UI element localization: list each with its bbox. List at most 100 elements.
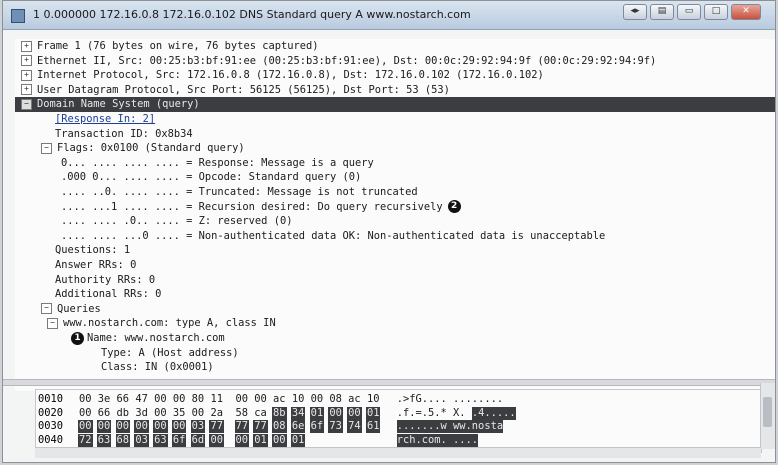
hex-byte[interactable]: 73	[328, 420, 343, 433]
tree-row[interactable]: + Internet Protocol, Src: 172.16.0.8 (172…	[15, 68, 775, 83]
hex-row[interactable]: 0020 00 66 db 3d 00 35 00 2a 58 ca 8b 34 01 00 00 01 .f.=…	[36, 406, 761, 420]
expand-icon[interactable]: +	[21, 69, 32, 81]
tree-row[interactable]: − Flags: 0x0100 (Standard query)	[15, 141, 775, 156]
hex-byte[interactable]: 77	[209, 420, 224, 433]
hex-byte[interactable]: 77	[253, 420, 268, 433]
maximize-button[interactable]: □	[704, 4, 728, 20]
hex-byte[interactable]: 00	[78, 420, 93, 433]
tile-button[interactable]: ◂▸	[623, 4, 647, 20]
hex-byte[interactable]: 10	[291, 393, 306, 406]
tree-row[interactable]: Authority RRs: 0	[15, 273, 775, 288]
hex-byte[interactable]: 61	[365, 420, 381, 433]
tree-row[interactable]: − www.nostarch.com: type A, class IN	[15, 316, 775, 331]
hex-byte[interactable]: db	[116, 407, 131, 420]
hex-byte[interactable]: 00	[153, 420, 168, 433]
hex-byte[interactable]: 00	[235, 393, 250, 406]
collapse-icon[interactable]: −	[41, 303, 52, 315]
minimize-button[interactable]: ▭	[677, 4, 701, 20]
hex-byte[interactable]: 00	[96, 420, 112, 433]
hex-byte[interactable]: 01	[309, 406, 325, 420]
hex-byte[interactable]: 00	[209, 433, 224, 447]
hex-byte[interactable]: ac	[272, 393, 287, 406]
hex-byte[interactable]: 01	[290, 433, 306, 447]
layout-button[interactable]: ▤	[650, 4, 674, 20]
hex-byte[interactable]: 34	[290, 406, 306, 420]
hex-byte[interactable]: 01	[365, 406, 381, 420]
hex-byte[interactable]: 6d	[190, 433, 206, 447]
expand-icon[interactable]: +	[21, 55, 32, 67]
hex-byte[interactable]: 3e	[97, 393, 112, 406]
hex-byte[interactable]: 47	[134, 393, 149, 406]
hex-byte[interactable]: 68	[115, 433, 131, 447]
hex-byte[interactable]: 66	[97, 407, 112, 420]
hex-byte[interactable]: 00	[272, 433, 287, 447]
close-button[interactable]: ✕	[731, 4, 761, 20]
hex-byte[interactable]: 01	[253, 433, 268, 447]
hex-byte[interactable]: ca	[253, 407, 268, 420]
hex-byte[interactable]: 72	[78, 433, 93, 447]
tree-row[interactable]: Type: A (Host address)	[15, 346, 775, 361]
tree-row[interactable]: .... ..0. .... .... = Truncated: Message…	[15, 185, 775, 200]
hex-byte[interactable]: 00	[153, 393, 168, 406]
hex-byte[interactable]: 00	[253, 393, 268, 406]
tree-row[interactable]: .... .... .0.. .... = Z: reserved (0)	[15, 214, 775, 229]
tree-row[interactable]: .... ...1 .... .... = Recursion desired:…	[15, 200, 775, 215]
hex-byte[interactable]: 8b	[272, 406, 287, 420]
hex-byte[interactable]: 63	[153, 433, 168, 447]
tree-row[interactable]: Additional RRs: 0	[15, 287, 775, 302]
hex-byte[interactable]: 00	[310, 393, 325, 406]
expand-icon[interactable]: +	[21, 40, 32, 52]
hex-byte[interactable]: 00	[115, 420, 131, 433]
tree-row[interactable]: .000 0... .... .... = Opcode: Standard q…	[15, 170, 775, 185]
hex-byte[interactable]: 00	[78, 393, 93, 406]
hex-byte[interactable]: 00	[347, 406, 362, 420]
tree-row[interactable]: + User Datagram Protocol, Src Port: 56125…	[15, 83, 775, 98]
tree-row[interactable]: 1 Name: www.nostarch.com	[15, 331, 775, 346]
tree-row[interactable]: .... .... ...0 .... = Non-authenticated …	[15, 229, 775, 244]
hex-row[interactable]: 0040 72 63 68 03 63 6f 6d 00 00 01 00 01 rch.com. ...…	[36, 433, 761, 447]
hex-byte[interactable]: 00	[134, 420, 149, 433]
hex-byte[interactable]: 63	[96, 433, 112, 447]
hex-byte[interactable]: ac	[347, 393, 362, 406]
hex-byte[interactable]: 00	[171, 420, 187, 433]
hex-byte[interactable]: 6f	[309, 420, 325, 433]
hex-byte[interactable]: 00	[328, 406, 343, 420]
hex-byte[interactable]: 2a	[209, 407, 224, 420]
hex-byte[interactable]: 66	[116, 393, 131, 406]
expand-icon[interactable]: +	[21, 84, 32, 96]
hex-byte[interactable]: 11	[209, 393, 224, 406]
hex-byte[interactable]: 77	[234, 420, 250, 433]
hex-byte[interactable]: 00	[191, 407, 206, 420]
tree-row[interactable]: Class: IN (0x0001)	[15, 360, 775, 375]
hex-byte[interactable]: 08	[328, 393, 343, 406]
hex-byte[interactable]: 80	[191, 393, 206, 406]
collapse-icon[interactable]: −	[21, 98, 32, 110]
hex-byte[interactable]: 10	[366, 393, 381, 406]
hex-horizontal-scrollbar[interactable]	[35, 447, 761, 458]
response-link[interactable]: [Response In: 2]	[55, 113, 155, 125]
scroll-thumb[interactable]	[763, 397, 772, 427]
hex-byte[interactable]: 00	[234, 433, 250, 447]
hex-row[interactable]: 0010 00 3e 66 47 00 00 80 11 00 00 ac 10 00 08 ac 10 .>fG…	[36, 393, 761, 406]
hex-byte[interactable]: 03	[190, 420, 206, 433]
hex-vertical-scrollbar[interactable]	[760, 383, 775, 449]
hex-byte[interactable]: 3d	[134, 407, 149, 420]
tree-row[interactable]: Transaction ID: 0x8b34	[15, 127, 775, 142]
hex-byte[interactable]: 00	[78, 407, 93, 420]
collapse-icon[interactable]: −	[41, 142, 52, 154]
tree-row[interactable]: − Queries	[15, 302, 775, 317]
hex-byte[interactable]: 03	[134, 433, 149, 447]
tree-row[interactable]: [Response In: 2]	[15, 112, 775, 127]
hex-byte[interactable]: 00	[172, 393, 187, 406]
title-bar[interactable]: 1 0.000000 172.16.0.8 172.16.0.102 DNS S…	[3, 1, 775, 30]
collapse-icon[interactable]: −	[47, 317, 58, 329]
tree-row[interactable]: Answer RRs: 0	[15, 258, 775, 273]
hex-byte[interactable]: 6e	[290, 420, 306, 433]
tree-row[interactable]: Questions: 1	[15, 243, 775, 258]
tree-row[interactable]: 0... .... .... .... = Response: Message …	[15, 156, 775, 171]
hex-byte[interactable]: 00	[153, 407, 168, 420]
hex-byte[interactable]: 08	[272, 420, 287, 433]
hex-byte[interactable]: 35	[172, 407, 187, 420]
hex-byte[interactable]: 74	[347, 420, 362, 433]
hex-byte[interactable]: 58	[235, 407, 250, 420]
